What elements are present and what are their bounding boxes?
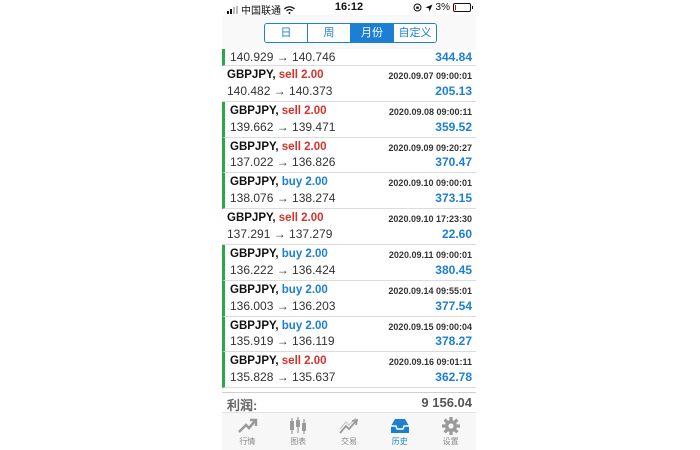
trade-row[interactable]: GBPJPY, sell 2.00 2020.09.10 17:23:30 137.… — [222, 209, 476, 245]
trade-profit: 205.13 — [435, 83, 472, 98]
trade-symbol: GBPJPY, — [230, 176, 279, 189]
trade-direction: sell 2.00 — [278, 212, 324, 225]
chart-icon — [290, 417, 307, 434]
trade-title: GBPJPY, buy 2.00 — [230, 284, 328, 296]
period-selector-bar: 日 周 月份 自定义 — [222, 15, 476, 50]
trade-direction: sell 2.00 — [281, 355, 327, 368]
trade-direction: buy 2.00 — [281, 319, 328, 332]
trade-prices: 135.919 → 136.119 — [230, 334, 335, 349]
trade-prices: 138.076 → 138.274 — [230, 191, 336, 206]
trade-icon — [339, 417, 359, 434]
trade-title: GBPJPY, sell 2.00 — [227, 69, 324, 81]
battery-icon — [453, 3, 473, 12]
trade-title: GBPJPY, buy 2.00 — [230, 248, 328, 260]
trade-time: 2020.09.07 09:00:01 — [388, 71, 472, 81]
trade-symbol: GBPJPY, — [230, 247, 279, 260]
battery-percent: 3% — [435, 2, 450, 13]
trade-profit: 378.27 — [435, 334, 472, 349]
trade-symbol: GBPJPY, — [230, 355, 279, 368]
trade-row[interactable]: GBPJPY, buy 2.00 2020.09.11 09:00:01 136.2… — [222, 244, 476, 281]
trade-symbol: GBPJPY, — [230, 140, 279, 153]
trade-direction: sell 2.00 — [281, 104, 327, 117]
trade-direction: sell 2.00 — [281, 140, 327, 153]
quotes-icon — [238, 418, 258, 433]
trade-prices: 136.222 → 136.424 — [230, 262, 336, 277]
trade-prices: 136.003 → 136.203 — [230, 298, 336, 313]
segment-month[interactable]: 月份 — [351, 24, 394, 42]
trade-symbol: GBPJPY, — [230, 283, 279, 296]
tab-history[interactable]: 历史 — [374, 413, 425, 450]
trade-profit: 359.52 — [435, 119, 472, 134]
trade-row[interactable]: GBPJPY, sell 2.00 2020.09.07 09:00:01 140.… — [222, 66, 476, 102]
trade-profit: 380.45 — [435, 262, 472, 277]
period-segmented-control: 日 周 月份 自定义 — [264, 23, 437, 43]
trade-symbol: GBPJPY, — [230, 319, 279, 332]
trade-row[interactable]: GBPJPY, buy 2.00 2020.09.14 09:55:01 136.0… — [222, 280, 476, 317]
trade-direction: buy 2.00 — [281, 176, 328, 189]
trade-time: 2020.09.16 09:01:11 — [388, 357, 472, 368]
phone-screen: 中国联通 16:12 3% 日 周 月份 自定义 140.929 → 140.7… — [222, 0, 476, 450]
trade-profit: 377.54 — [435, 298, 472, 313]
settings-icon — [441, 417, 460, 435]
trade-direction: sell 2.00 — [278, 69, 324, 81]
trade-symbol: GBPJPY, — [230, 104, 279, 117]
trade-row[interactable]: GBPJPY, sell 2.00 2020.09.08 09:00:11 139.… — [222, 101, 476, 138]
trade-time: 2020.09.10 17:23:30 — [388, 214, 472, 225]
total-profit-value: 9 156.04 — [421, 395, 472, 410]
trade-title: GBPJPY, buy 2.00 — [230, 176, 328, 188]
trade-profit: 22.60 — [441, 226, 472, 241]
status-bar: 中国联通 16:12 3% — [222, 0, 476, 17]
trade-title: GBPJPY, sell 2.00 — [227, 212, 324, 224]
trade-symbol: GBPJPY, — [227, 69, 276, 81]
tab-chart[interactable]: 图表 — [273, 413, 324, 450]
trade-prices: 137.291 → 137.279 — [227, 226, 333, 241]
trade-title: GBPJPY, sell 2.00 — [230, 105, 327, 117]
tab-settings[interactable]: 设置 — [425, 413, 476, 450]
location-icon — [425, 4, 433, 11]
trade-symbol: GBPJPY, — [227, 212, 276, 225]
history-icon — [390, 419, 409, 433]
trade-time: 2020.09.10 09:00:01 — [388, 178, 472, 189]
trade-row[interactable]: GBPJPY, sell 2.00 2020.09.09 09:20:27 137.… — [222, 137, 476, 174]
trade-profit: 370.47 — [435, 155, 472, 170]
tab-trade[interactable]: 交易 — [324, 413, 375, 450]
segment-week[interactable]: 周 — [308, 24, 351, 42]
trade-title: GBPJPY, sell 2.00 — [230, 141, 327, 153]
trade-row[interactable]: GBPJPY, sell 2.00 2020.09.16 09:01:11 135.… — [222, 352, 476, 389]
trade-time: 2020.09.08 09:00:11 — [388, 106, 472, 117]
trade-time: 2020.09.15 09:00:04 — [388, 321, 472, 332]
trade-profit: 344.84 — [435, 50, 472, 64]
segment-day[interactable]: 日 — [265, 24, 308, 42]
trade-direction: buy 2.00 — [281, 283, 328, 296]
total-profit-row: 利润: 9 156.04 — [222, 392, 476, 414]
trade-direction: buy 2.00 — [281, 247, 328, 260]
trade-title: GBPJPY, sell 2.00 — [230, 355, 327, 367]
trade-prices: 137.022 → 136.826 — [230, 155, 336, 170]
trade-row-partial[interactable]: 140.929 → 140.746 344.84 — [222, 49, 476, 66]
segment-custom[interactable]: 自定义 — [394, 24, 436, 42]
trade-row[interactable]: GBPJPY, buy 2.00 2020.09.15 09:00:04 135.9… — [222, 316, 476, 353]
tab-quotes[interactable]: 行情 — [222, 413, 273, 450]
trade-row[interactable]: GBPJPY, buy 2.00 2020.09.10 09:00:01 138.0… — [222, 173, 476, 210]
trade-time: 2020.09.14 09:55:01 — [388, 285, 472, 296]
trade-prices: 140.482 → 140.373 — [227, 83, 333, 98]
trade-profit: 373.15 — [435, 191, 472, 206]
trade-prices: 135.828 → 135.637 — [230, 370, 336, 385]
trade-profit: 362.78 — [435, 370, 472, 385]
trade-time: 2020.09.09 09:20:27 — [388, 142, 472, 153]
trade-prices: 139.662 → 139.471 — [230, 119, 336, 134]
trade-title: GBPJPY, buy 2.00 — [230, 320, 328, 332]
orientation-lock-icon — [413, 3, 422, 12]
bottom-tab-bar: 行情 图表 交易 历史 设置 — [222, 412, 476, 450]
trade-time: 2020.09.11 09:00:01 — [388, 249, 472, 260]
trade-prices: 140.929 → 140.746 — [230, 50, 336, 64]
